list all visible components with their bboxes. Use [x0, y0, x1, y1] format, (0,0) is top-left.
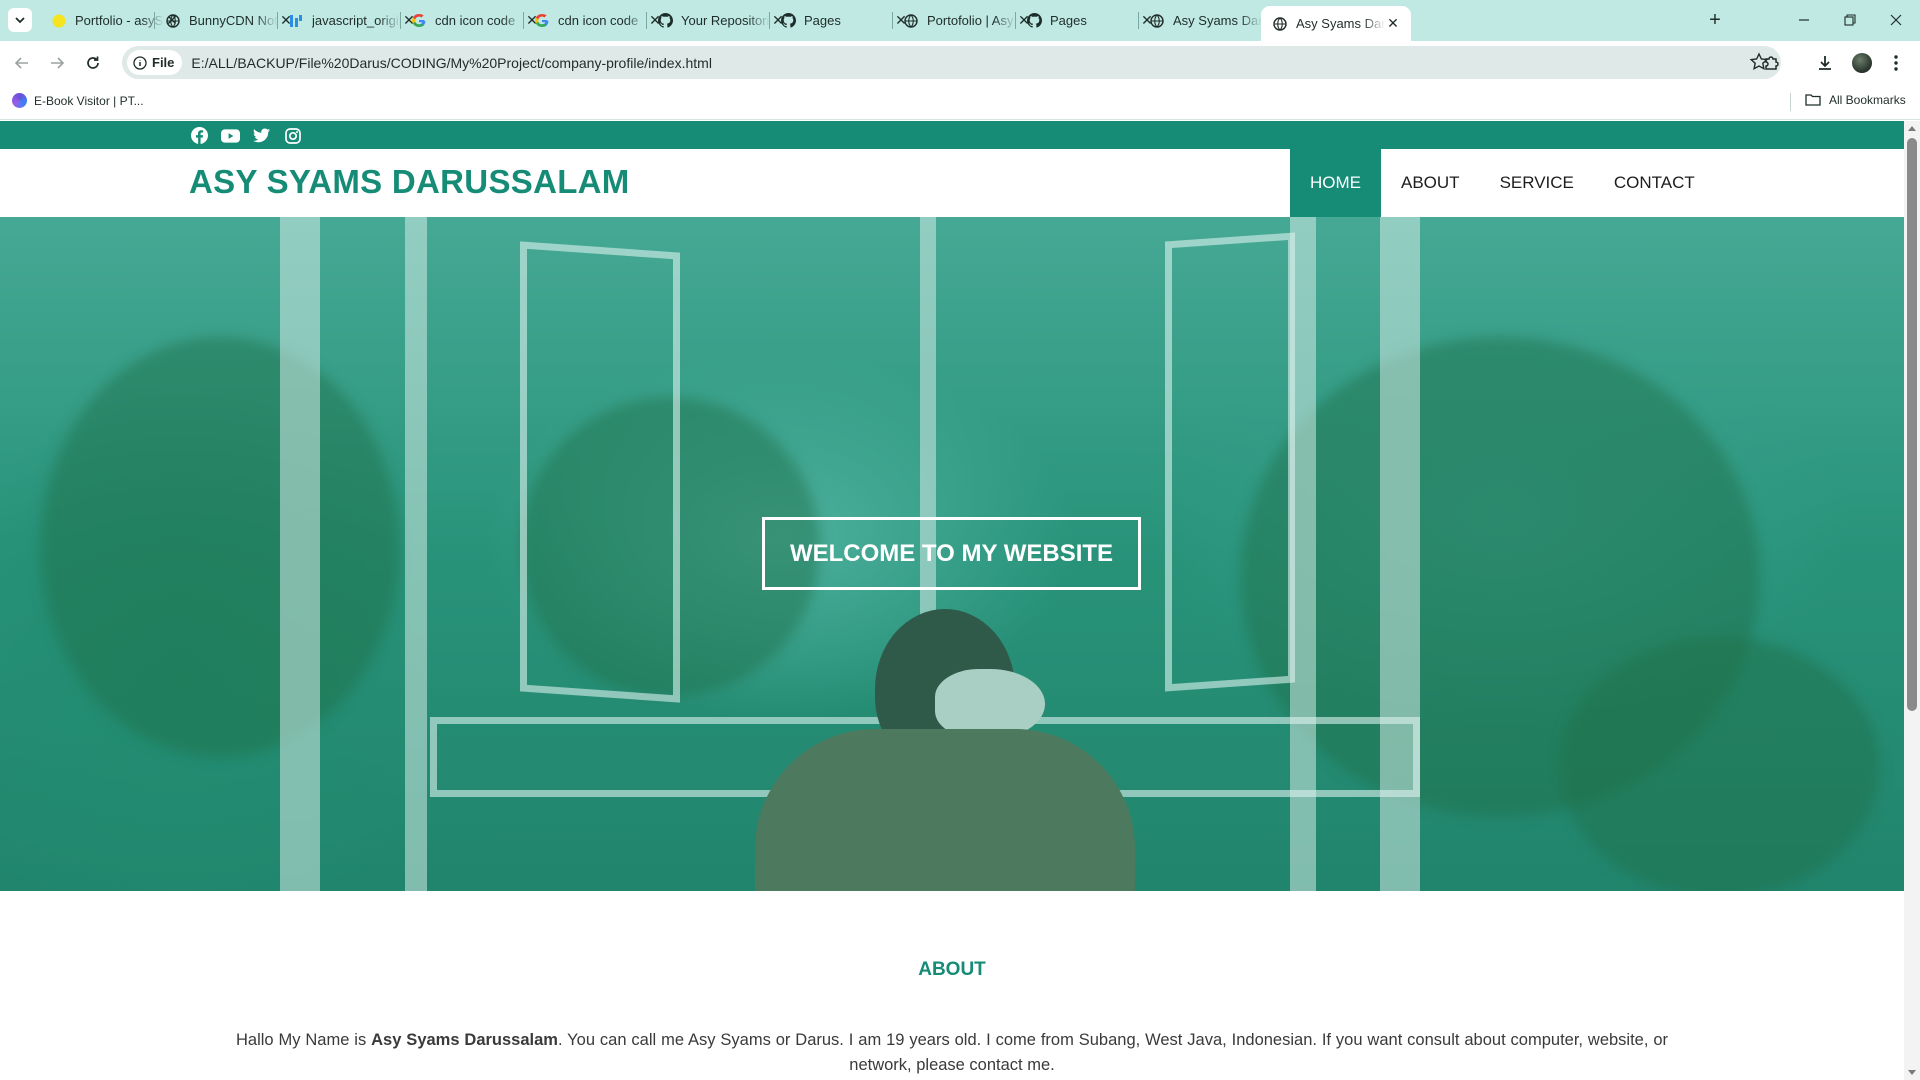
github-icon: [780, 13, 796, 29]
scheme-label: File: [152, 55, 175, 70]
browser-toolbar: File E:/ALL/BACKUP/File%20Darus/CODING/M…: [0, 41, 1920, 84]
extensions-button[interactable]: [1759, 50, 1785, 76]
tab-title: cdn icon code: [558, 13, 639, 28]
all-bookmarks-label: All Bookmarks: [1829, 93, 1906, 107]
tab-title: Pages: [1050, 13, 1087, 28]
forward-button[interactable]: [43, 49, 71, 77]
close-icon: [1890, 14, 1902, 26]
minimize-button[interactable]: [1781, 0, 1827, 40]
back-button[interactable]: [8, 49, 36, 77]
github-icon: [1026, 13, 1042, 29]
puzzle-icon: [1765, 56, 1779, 70]
tab-title: Portfolio - asySyams: [75, 13, 164, 28]
main-nav: HOME ABOUT SERVICE CONTACT: [1290, 149, 1715, 217]
scrollbar-thumb[interactable]: [1907, 138, 1917, 711]
tab-title: cdn icon code: [435, 13, 516, 28]
devicon-icon: [288, 13, 304, 29]
restore-icon: [1844, 14, 1856, 26]
scroll-up-arrow-icon[interactable]: [1908, 126, 1916, 131]
avatar: [1852, 53, 1872, 73]
minimize-icon: [1799, 19, 1809, 21]
facebook-icon[interactable]: [189, 125, 210, 146]
all-bookmarks-button[interactable]: All Bookmarks: [1805, 93, 1906, 107]
kebab-menu-icon: [1894, 55, 1898, 71]
welcome-button[interactable]: WELCOME TO MY WEBSITE: [762, 517, 1141, 590]
twitter-icon[interactable]: [251, 125, 272, 146]
hero-photo-person: [755, 609, 1135, 891]
site-brand[interactable]: ASY SYAMS DARUSSALAM: [189, 163, 630, 201]
restore-button[interactable]: [1827, 0, 1873, 40]
reload-icon: [87, 56, 99, 69]
folder-icon: [1805, 94, 1821, 106]
plus-icon: +: [1709, 8, 1721, 31]
about-paragraph: Hallo My Name is Asy Syams Darussalam. Y…: [236, 1028, 1668, 1078]
nav-service[interactable]: SERVICE: [1480, 149, 1594, 217]
globe-icon: [903, 13, 919, 29]
browser-tab-active[interactable]: Asy Syams Darussalam ✕: [1261, 6, 1411, 41]
downloads-button[interactable]: [1812, 50, 1838, 76]
browser-tab-strip: Portfolio - asySyams ✕ BunnyCDN Notes ✕ …: [0, 0, 1920, 41]
tab-title: Pages: [804, 13, 841, 28]
nav-about[interactable]: ABOUT: [1381, 149, 1480, 217]
tab-search-button[interactable]: [8, 8, 32, 32]
instagram-icon[interactable]: [282, 125, 303, 146]
tab-title: Asy Syams Darussalam: [1296, 16, 1385, 31]
site-header: ASY SYAMS DARUSSALAM HOME ABOUT SERVICE …: [0, 149, 1904, 217]
tab-title: Asy Syams Darussalam: [1173, 13, 1262, 28]
arrow-right-icon: [51, 57, 65, 69]
chevron-down-icon: [15, 17, 25, 24]
site-info-chip[interactable]: File: [127, 50, 183, 75]
arrow-left-icon: [14, 57, 28, 69]
about-name: Asy Syams Darussalam: [371, 1031, 558, 1049]
nav-home[interactable]: HOME: [1290, 149, 1381, 217]
page-scrollbar[interactable]: [1904, 121, 1920, 1080]
bookmark-favicon-icon: [12, 93, 27, 108]
url-text[interactable]: E:/ALL/BACKUP/File%20Darus/CODING/My%20P…: [191, 55, 712, 71]
tab-title: javascript_original: [312, 13, 401, 28]
reload-button[interactable]: [79, 49, 107, 77]
about-text-start: Hallo My Name is: [236, 1031, 372, 1049]
bookmark-label: E-Book Visitor | PT...: [34, 93, 144, 108]
about-text-rest: . You can call me Asy Syams or Darus. I …: [557, 1031, 1669, 1074]
tab-title: Portofolio | Asy Syams: [927, 13, 1016, 28]
about-title: ABOUT: [918, 959, 986, 980]
browser-menu-button[interactable]: [1883, 50, 1909, 76]
github-icon: [657, 13, 673, 29]
bookmark-item[interactable]: E-Book Visitor | PT...: [12, 93, 144, 108]
google-icon: [534, 13, 550, 29]
social-topbar: [0, 121, 1904, 149]
new-tab-button[interactable]: +: [1703, 8, 1727, 32]
download-icon: [1819, 56, 1831, 70]
google-icon: [411, 13, 427, 29]
close-window-button[interactable]: [1873, 0, 1919, 40]
yellow-circle-icon: [51, 13, 67, 29]
close-tab-icon[interactable]: ✕: [1385, 15, 1401, 32]
tab-title: BunnyCDN Notes: [189, 13, 278, 28]
nav-contact[interactable]: CONTACT: [1594, 149, 1715, 217]
bookmarks-bar: E-Book Visitor | PT... All Bookmarks: [0, 84, 1920, 120]
globe-icon: [1272, 16, 1288, 32]
tab-title: Your Repositories: [681, 13, 770, 28]
globe-icon: [1149, 13, 1165, 29]
hero-banner: WELCOME TO MY WEBSITE: [0, 217, 1904, 891]
page-viewport: ASY SYAMS DARUSSALAM HOME ABOUT SERVICE …: [0, 121, 1904, 1080]
globe-icon: [165, 13, 181, 29]
profile-button[interactable]: [1849, 50, 1875, 76]
scroll-down-arrow-icon[interactable]: [1908, 1070, 1916, 1075]
address-bar[interactable]: File E:/ALL/BACKUP/File%20Darus/CODING/M…: [122, 46, 1781, 79]
info-icon: [133, 55, 147, 70]
youtube-icon[interactable]: [220, 125, 241, 146]
